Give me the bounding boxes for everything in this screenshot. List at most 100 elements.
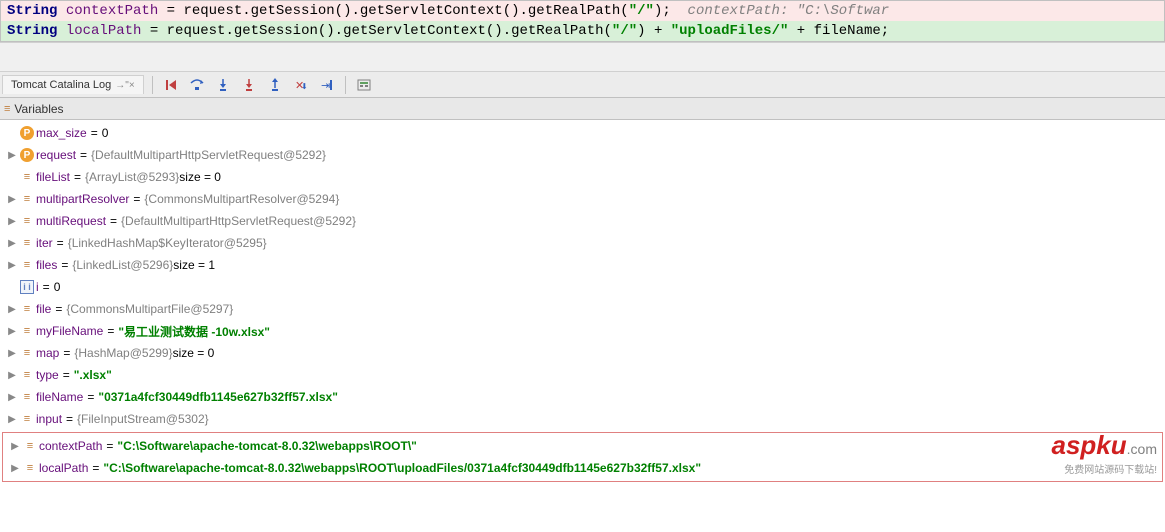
code-editor[interactable]: String contextPath = request.getSession(… [0,0,1165,42]
field-bars-icon: ≡ [24,391,30,403]
toolbar-separator [345,76,346,94]
variable-row[interactable]: ▶≡input={FileInputStream@5302} [0,408,1165,430]
svg-text:⬇: ⬇ [301,82,308,91]
variable-value: 0 [102,126,109,140]
field-bars-icon: ≡ [24,259,30,271]
step-over-icon[interactable] [187,75,207,95]
evaluate-expression-icon[interactable] [354,75,374,95]
variables-panel-title: Variables [14,102,63,116]
variable-row[interactable]: ▶≡files={LinkedList@5296} size = 1 [0,254,1165,276]
editor-gutter-gap [0,42,1165,72]
field-bars-icon: ≡ [24,237,30,249]
variable-value: {FileInputStream@5302} [77,412,209,426]
variable-row[interactable]: i ii=0 [0,276,1165,298]
expand-arrow-icon[interactable]: ▶ [6,326,18,337]
expand-arrow-icon[interactable]: ▶ [9,441,21,452]
debug-tab-bar: Tomcat Catalina Log →"× ✕⬇ ⇥ [0,72,1165,98]
tab-pin-icon[interactable]: →"× [115,80,134,91]
variable-value: {HashMap@5299} [74,346,172,360]
property-icon: P [20,126,34,140]
expand-arrow-icon[interactable]: ▶ [6,194,18,205]
highlighted-variables-box: ▶≡contextPath="C:\Software\apache-tomcat… [2,432,1163,482]
variable-value: "C:\Software\apache-tomcat-8.0.32\webapp… [117,439,416,453]
variable-name: file [36,302,51,316]
tab-label: Tomcat Catalina Log [11,79,111,91]
variable-name: fileName [36,390,83,404]
tab-tomcat-log[interactable]: Tomcat Catalina Log →"× [2,75,144,94]
field-bars-icon: ≡ [24,171,30,183]
variable-row[interactable]: ▶≡iter={LinkedHashMap$KeyIterator@5295} [0,232,1165,254]
variable-row[interactable]: ▶≡myFileName="易工业测试数据 -10w.xlsx" [0,320,1165,342]
drop-frame-icon[interactable]: ✕⬇ [291,75,311,95]
property-icon: P [20,148,34,162]
variable-name: i [36,280,39,294]
expand-arrow-icon[interactable]: ▶ [6,150,18,161]
field-bars-icon: ≡ [27,462,33,474]
variable-name: max_size [36,126,87,140]
expand-arrow-icon[interactable]: ▶ [9,463,21,474]
expand-arrow-icon[interactable]: ▶ [6,370,18,381]
variable-name: request [36,148,76,162]
variables-tree-highlighted[interactable]: ▶≡contextPath="C:\Software\apache-tomcat… [3,433,1162,481]
variable-row[interactable]: ▶≡type=".xlsx" [0,364,1165,386]
variable-name: contextPath [39,439,102,453]
toolbar-separator [152,76,153,94]
variables-panel-header[interactable]: ≡ Variables [0,98,1165,120]
expand-arrow-icon[interactable]: ▶ [6,392,18,403]
code-line-1: String contextPath = request.getSession(… [1,1,1164,21]
variable-name: multipartResolver [36,192,129,206]
variable-value: "0371a4fcf30449dfb1145e627b32ff57.xlsx" [98,390,338,404]
field-bars-icon: ≡ [24,347,30,359]
variable-row[interactable]: ≡fileList={ArrayList@5293} size = 0 [0,166,1165,188]
variable-value: {CommonsMultipartResolver@5294} [144,192,339,206]
variable-row[interactable]: ▶≡fileName="0371a4fcf30449dfb1145e627b32… [0,386,1165,408]
variable-row[interactable]: ▶≡multipartResolver={CommonsMultipartRes… [0,188,1165,210]
expand-arrow-icon[interactable]: ▶ [6,348,18,359]
field-bars-icon: ≡ [27,440,33,452]
field-bars-icon: ≡ [24,193,30,205]
run-to-cursor-icon[interactable]: ⇥ [317,75,337,95]
variable-name: fileList [36,170,70,184]
field-bars-icon: ≡ [24,325,30,337]
variable-value: ".xlsx" [74,368,112,382]
variables-tree[interactable]: Pmax_size=0▶Prequest={DefaultMultipartHt… [0,120,1165,432]
expand-arrow-icon[interactable]: ▶ [6,238,18,249]
variable-value: "C:\Software\apache-tomcat-8.0.32\webapp… [103,461,701,475]
expand-arrow-icon[interactable]: ▶ [6,216,18,227]
variable-name: localPath [39,461,88,475]
variable-value: {LinkedHashMap$KeyIterator@5295} [68,236,267,250]
expand-arrow-icon[interactable]: ▶ [6,304,18,315]
variables-header-icon: ≡ [4,103,10,115]
variable-row[interactable]: ▶≡multiRequest={DefaultMultipartHttpServ… [0,210,1165,232]
variable-row[interactable]: ▶≡localPath="C:\Software\apache-tomcat-8… [3,457,1162,479]
variable-value: {CommonsMultipartFile@5297} [66,302,233,316]
int-icon: i i [20,280,34,294]
variable-name: input [36,412,62,426]
field-bars-icon: ≡ [24,215,30,227]
variable-name: multiRequest [36,214,106,228]
variable-row[interactable]: ▶Prequest={DefaultMultipartHttpServletRe… [0,144,1165,166]
variable-value: "易工业测试数据 -10w.xlsx" [118,323,270,340]
force-step-into-icon[interactable] [239,75,259,95]
variable-row[interactable]: Pmax_size=0 [0,122,1165,144]
field-bars-icon: ≡ [24,303,30,315]
field-bars-icon: ≡ [24,413,30,425]
variable-row[interactable]: ▶≡file={CommonsMultipartFile@5297} [0,298,1165,320]
step-into-icon[interactable] [213,75,233,95]
restart-frame-icon[interactable] [161,75,181,95]
expand-arrow-icon[interactable]: ▶ [6,414,18,425]
variable-name: myFileName [36,324,103,338]
expand-arrow-icon[interactable]: ▶ [6,260,18,271]
variable-row[interactable]: ▶≡map={HashMap@5299} size = 0 [0,342,1165,364]
code-line-2: String localPath = request.getSession().… [1,21,1164,41]
variable-name: type [36,368,59,382]
step-out-icon[interactable] [265,75,285,95]
variable-name: files [36,258,57,272]
svg-text:⇥: ⇥ [321,80,330,92]
field-bars-icon: ≡ [24,369,30,381]
variable-value: {LinkedList@5296} [72,258,173,272]
variable-value: 0 [54,280,61,294]
variable-row[interactable]: ▶≡contextPath="C:\Software\apache-tomcat… [3,435,1162,457]
variable-value: {DefaultMultipartHttpServletRequest@5292… [91,148,326,162]
variable-name: map [36,346,59,360]
